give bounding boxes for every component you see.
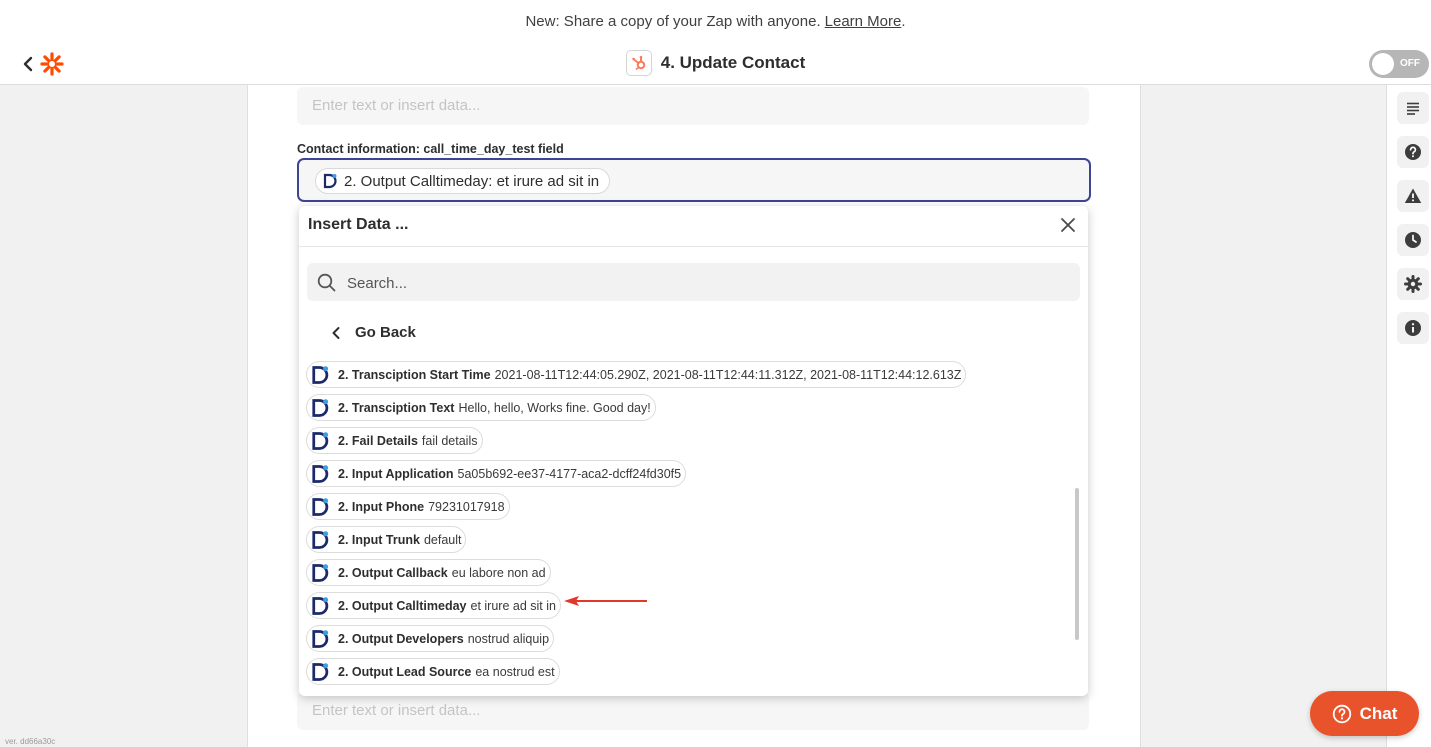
data-item-name: 2. Output Developers [338, 631, 464, 646]
field-label: Contact information: call_time_day_test … [297, 142, 564, 156]
toggle-label: OFF [1400, 58, 1420, 69]
info-icon [1405, 320, 1421, 336]
outline-button[interactable] [1397, 92, 1429, 124]
data-item-name: 2. Input Phone [338, 499, 425, 514]
list-icon [1407, 102, 1419, 115]
search-input[interactable] [345, 263, 1069, 303]
close-icon[interactable] [1060, 217, 1076, 233]
dasha-app-icon [323, 173, 337, 189]
data-item[interactable]: 2. Fail Details fail details [306, 427, 483, 454]
data-item-value: fail details [421, 433, 478, 448]
dasha-app-icon [312, 497, 329, 516]
data-item-name: 2. Output Calltimeday [338, 598, 467, 613]
data-item-value: et irure ad sit in [470, 598, 556, 613]
dasha-app-icon [312, 365, 329, 384]
data-item-name: 2. Fail Details [338, 433, 418, 448]
dasha-app-icon [312, 596, 329, 615]
help-icon [1405, 144, 1421, 160]
dasha-app-icon [312, 431, 329, 450]
data-item[interactable]: 2. Transciption Text Hello, hello, Works … [306, 394, 656, 421]
data-item-value: default [423, 532, 462, 547]
insert-data-dropdown: Insert Data ... Go Back 2. Transciption … [299, 206, 1088, 696]
help-button[interactable] [1397, 136, 1429, 168]
right-sidebar [1386, 85, 1431, 747]
hubspot-icon [632, 55, 645, 71]
toggle-knob [1372, 53, 1394, 75]
data-item-value: Hello, hello, Works fine. Good day! [458, 400, 651, 415]
data-item-value: 79231017918 [428, 499, 505, 514]
chat-label: Chat [1359, 703, 1398, 723]
dasha-app-icon [312, 629, 329, 648]
dropdown-title: Insert Data ... [308, 216, 409, 233]
settings-icon [1404, 275, 1422, 293]
data-item[interactable]: 2. Transciption Start Time 2021-08-11T12:… [306, 361, 967, 388]
data-item-value: eu labore non ad [451, 565, 546, 580]
data-item[interactable]: 2. Output Lead Source ea nostrud est [306, 658, 560, 685]
data-item[interactable]: 2. Input Trunk default [306, 526, 467, 553]
data-token[interactable]: 2. Output Calltimeday: et irure ad sit i… [315, 168, 611, 194]
dasha-app-icon [312, 563, 329, 582]
version-label: ver. dd66a30c [5, 737, 56, 746]
go-back-button[interactable]: Go Back [331, 324, 416, 341]
go-back-label: Go Back [355, 324, 416, 341]
chevron-left-icon [332, 326, 340, 339]
chat-button[interactable]: Chat [1310, 691, 1419, 736]
data-item-name: 2. Output Lead Source [338, 664, 472, 679]
data-item[interactable]: 2. Input Phone 79231017918 [306, 493, 510, 520]
data-item-name: 2. Transciption Text [338, 400, 455, 415]
settings-button[interactable] [1397, 268, 1429, 300]
data-item-value: 2021-08-11T12:44:05.290Z, 2021-08-11T12:… [494, 367, 962, 382]
data-item-name: 2. Input Trunk [338, 532, 420, 547]
history-icon [1405, 232, 1421, 248]
data-item[interactable]: 2. Output Calltimeday et irure ad sit in [306, 592, 561, 619]
editor-header: 4. Update Contact OFF [0, 42, 1431, 85]
warning-icon [1404, 188, 1422, 203]
step-title: 4. Update Contact [0, 50, 1431, 76]
hubspot-app-icon [625, 50, 652, 76]
warnings-button[interactable] [1397, 180, 1429, 212]
learn-more-link[interactable]: Learn More [825, 13, 902, 30]
dropdown-header: Insert Data ... [299, 206, 1088, 247]
data-item[interactable]: 2. Input Application 5a05b692-ee37-4177-a… [306, 460, 687, 487]
data-item-value: nostrud aliquip [467, 631, 550, 646]
previous-field-input[interactable]: Enter text or insert data... [297, 87, 1089, 125]
history-button[interactable] [1397, 224, 1429, 256]
data-item-name: 2. Input Application [338, 466, 454, 481]
dasha-app-icon [312, 662, 329, 681]
dropdown-scrollbar[interactable] [1075, 488, 1079, 640]
page-title: 4. Update Contact [660, 53, 806, 72]
data-item[interactable]: 2. Output Developers nostrud aliquip [306, 625, 555, 652]
data-item-value: 5a05b692-ee37-4177-aca2-dcff24fd30f5 [457, 466, 682, 481]
dasha-app-icon [312, 464, 329, 483]
help-circle-icon [1332, 704, 1351, 723]
search-box [307, 263, 1080, 303]
announcement-banner: New: Share a copy of your Zap with anyon… [0, 0, 1431, 43]
dasha-app-icon [312, 530, 329, 549]
data-item-name: 2. Output Callback [338, 565, 448, 580]
info-button[interactable] [1397, 312, 1429, 344]
next-field-input[interactable]: Enter text or insert data... [297, 692, 1089, 730]
banner-text: New: Share a copy of your Zap with anyon… [525, 12, 821, 30]
banner-suffix: . [901, 12, 906, 30]
call-time-day-field[interactable]: 2. Output Calltimeday: et irure ad sit i… [297, 158, 1091, 202]
annotation-arrow [564, 596, 647, 606]
search-icon [317, 273, 336, 292]
data-token-label: 2. Output Calltimeday: et irure ad sit i… [344, 172, 600, 190]
zap-on-off-toggle[interactable]: OFF [1369, 50, 1429, 78]
data-item-value: ea nostrud est [475, 664, 555, 679]
data-item[interactable]: 2. Output Callback eu labore non ad [306, 559, 551, 586]
dasha-app-icon [312, 398, 329, 417]
data-item-name: 2. Transciption Start Time [338, 367, 491, 382]
